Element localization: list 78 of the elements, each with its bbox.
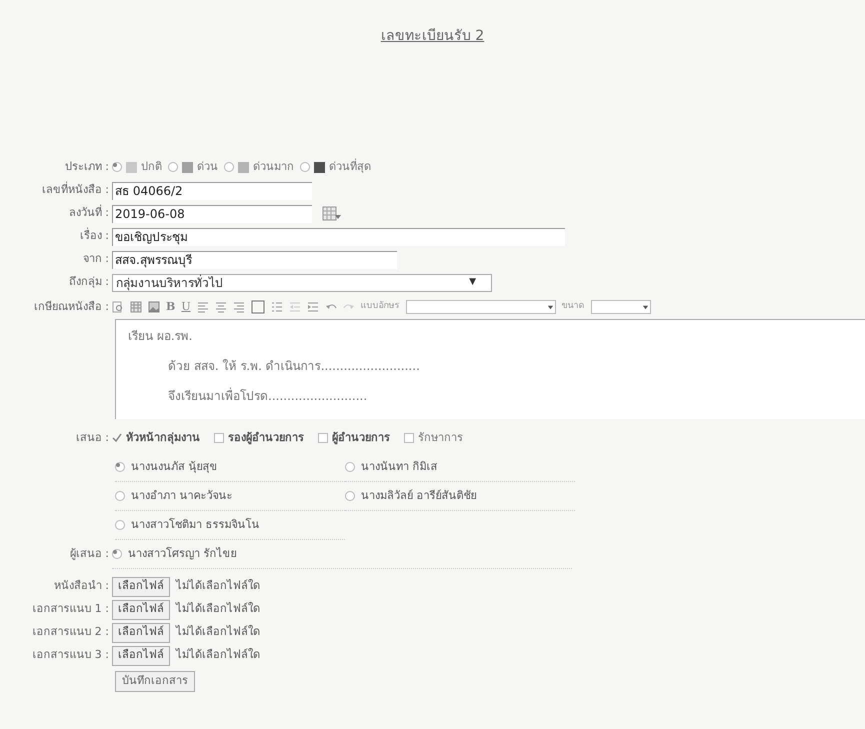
option-label: รองผู้อำนวยการ — [228, 430, 304, 446]
text-editor[interactable]: เรียน ผอ.รพ. ด้วย สสจ. ให้ ร.พ. ดำเนินการ.......................... จึงเรียนมาเพื่อโปรด.......................... — [115, 319, 865, 419]
field-label: จาก : — [82, 252, 109, 266]
caret-icon — [546, 304, 554, 310]
text-field[interactable]: สธ 04066/2 — [112, 182, 312, 200]
outdent-icon[interactable] — [288, 301, 301, 313]
file-status: ไม่ได้เลือกไฟล์ใด — [176, 647, 260, 664]
file-status: ไม่ได้เลือกไฟล์ใด — [176, 624, 260, 640]
list-icon[interactable] — [270, 301, 283, 313]
option-label: นางสาวโชติมา ธรรมจินโน — [131, 516, 260, 533]
option-label: ด่วนที่สุด — [329, 158, 371, 175]
field-label: ถึงกลุ่ม : — [68, 275, 109, 288]
box-icon[interactable] — [250, 300, 265, 314]
radio-button[interactable] — [345, 462, 355, 472]
option-label: ผู้อำนวยการ — [332, 430, 390, 446]
checkbox[interactable] — [214, 433, 224, 443]
editor-text: ด้วย สสจ. ให้ ร.พ. ดำเนินการ.......................... — [167, 358, 421, 375]
option-label: นางมลิวัลย์ อารีย์สันติชัย — [361, 488, 476, 504]
choose-file-button[interactable]: เลือกไฟล์ — [112, 646, 170, 666]
dropdown-label: ขนาด — [562, 300, 585, 314]
dropdown[interactable] — [406, 300, 556, 314]
field-label: เอกสารแนบ 3 : — [32, 648, 109, 662]
checkbox[interactable] — [318, 433, 328, 443]
checkbox[interactable] — [112, 433, 122, 443]
align-icon[interactable] — [232, 301, 245, 313]
field-label: ผู้เสนอ : — [70, 547, 109, 560]
radio-button[interactable] — [224, 162, 234, 172]
radio-button[interactable] — [168, 162, 178, 172]
option-label: ปกติ — [141, 158, 162, 175]
checkbox[interactable] — [404, 433, 414, 443]
table-icon[interactable] — [130, 301, 142, 313]
field-label: เอกสารแนบ 2 : — [32, 625, 109, 638]
choose-file-button[interactable]: เลือกไฟล์ — [112, 600, 170, 620]
text-field[interactable]: สสจ.สุพรรณบุรี — [112, 250, 397, 268]
option-label: นางอำภา นาคะวัจนะ — [131, 488, 232, 504]
text-field[interactable]: 2019-06-08 — [112, 204, 312, 222]
radio-button[interactable] — [300, 162, 310, 172]
dropdown-label: แบบอักษร — [360, 300, 400, 314]
preview-icon[interactable] — [112, 301, 124, 313]
editor-text: จึงเรียนมาเพื่อโปรด.......................... — [167, 387, 368, 405]
field-label: ประเภท : — [64, 160, 109, 173]
field-label: เสนอ : — [76, 430, 109, 444]
field-label: หนังสือนำ : — [54, 579, 109, 592]
text-field[interactable]: ขอเชิญประชุม — [112, 228, 565, 246]
field-label: เกษียณหนังสือ : — [34, 300, 109, 313]
option-label: นางนันทา กิมิเส — [361, 458, 438, 475]
align-icon[interactable] — [214, 301, 227, 313]
redo-icon[interactable] — [342, 302, 355, 312]
choose-file-button[interactable]: เลือกไฟล์ — [112, 622, 170, 642]
dropdown[interactable] — [590, 300, 651, 314]
option-label: ด่วนมาก — [253, 158, 294, 175]
radio-button[interactable] — [115, 462, 125, 472]
editor-text: เรียน ผอ.รพ. — [128, 328, 194, 345]
page-title: เลขทะเบียนรับ 2 — [380, 28, 484, 44]
option-label: นางนงนภัส นุ้ยสุข — [131, 458, 218, 475]
radio-button[interactable] — [112, 162, 122, 172]
choose-file-button[interactable]: เลือกไฟล์ — [112, 576, 170, 596]
file-status: ไม่ได้เลือกไฟล์ใด — [176, 601, 260, 618]
radio-button[interactable] — [115, 520, 125, 530]
radio-button[interactable] — [115, 491, 125, 501]
calendar-icon[interactable] — [322, 204, 342, 222]
align-icon[interactable] — [196, 301, 209, 313]
option-label: หัวหน้ากลุ่มงาน — [126, 430, 200, 446]
field-label: ลงวันที่ : — [68, 206, 109, 220]
field-label: เลขที่หนังสือ : — [42, 183, 109, 196]
caret-icon — [642, 304, 649, 310]
radio-button[interactable] — [112, 549, 122, 559]
save-button[interactable]: บันทึกเอกสาร — [115, 671, 195, 692]
radio-button[interactable] — [345, 491, 355, 501]
field-label: เรื่อง : — [80, 229, 109, 242]
field-label: เอกสารแนบ 1 : — [32, 602, 109, 616]
file-status: ไม่ได้เลือกไฟล์ใด — [176, 578, 260, 594]
dropdown[interactable]: กลุ่มงานบริหารทั่วไป ▼ — [112, 274, 492, 292]
image-icon[interactable] — [148, 301, 160, 313]
indent-icon[interactable] — [306, 301, 319, 313]
option-label: ด่วน — [197, 158, 218, 175]
option-label: รักษาการ — [418, 430, 463, 446]
option-label: นางสาวโศรญา รักไขย — [128, 546, 236, 562]
